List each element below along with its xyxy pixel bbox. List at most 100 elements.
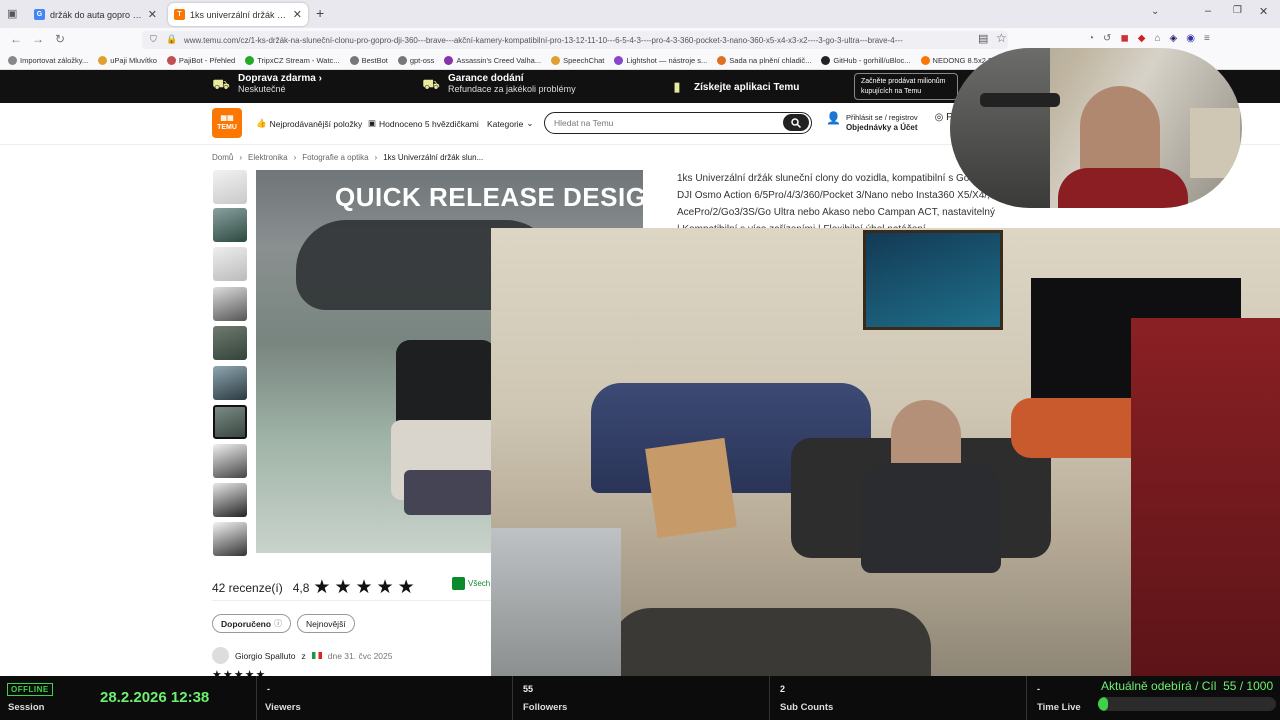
streamer-back: [1131, 318, 1280, 676]
product-thumbnail[interactable]: [213, 247, 247, 281]
room-shelf: [1190, 108, 1240, 178]
reviewer-name[interactable]: Giorgio Spalluto: [235, 651, 295, 661]
breadcrumb: Domů › Elektronika › Fotografie a optika › …: [212, 153, 484, 162]
back-icon[interactable]: ←: [10, 32, 22, 46]
get-app-promo[interactable]: ▮ Získejte aplikaci Temu: [668, 78, 799, 96]
profile-icon[interactable]: ◉: [1186, 33, 1195, 44]
nav-bestsellers[interactable]: 👍 Nejprodávanější položky: [256, 118, 362, 129]
bookmark-label: PajiBot - Přehled: [178, 56, 236, 65]
close-tab-icon[interactable]: ✕: [293, 8, 302, 21]
privacy-icon[interactable]: ◈: [1170, 33, 1178, 44]
rating-value: 4,8: [292, 580, 310, 595]
restore-icon[interactable]: ❐: [1233, 5, 1242, 16]
help-icon: ⓘ: [274, 619, 283, 628]
bookmark-item[interactable]: BestBot: [349, 56, 388, 65]
followers-value: 55: [523, 684, 534, 694]
bookmark-favicon-icon: [821, 56, 831, 65]
tab-bar: ▣ G držák do auta gopro 9 temu - Hle ✕ T…: [0, 0, 1280, 28]
ublock-icon[interactable]: ◆: [1138, 33, 1146, 44]
pocket-icon[interactable]: ◔: [1088, 33, 1094, 44]
bookmark-label: GitHub - gorhill/uBloc...: [833, 56, 911, 65]
filter-recommended[interactable]: Doporučeno ⓘ: [212, 614, 292, 633]
bookmark-item[interactable]: Importovat záložky...: [8, 56, 88, 65]
product-thumbnail[interactable]: [213, 208, 247, 242]
nav-category-label: Kategorie: [487, 118, 524, 129]
nav-category[interactable]: Kategorie ⌄: [487, 118, 534, 129]
search-placeholder: Hledat na Temu: [554, 118, 614, 128]
lock-icon[interactable]: 🔒: [166, 34, 177, 45]
temu-logo[interactable]: ▦▦ TEMU: [212, 108, 242, 138]
app-label: Získejte aplikaci Temu: [694, 81, 800, 93]
breadcrumb-photo[interactable]: Fotografie a optika: [302, 153, 368, 162]
product-thumbnail[interactable]: [213, 483, 247, 517]
reader-view-icon[interactable]: ▤: [978, 32, 988, 45]
bookmark-item[interactable]: GitHub - gorhill/uBloc...: [821, 56, 911, 65]
url-text: www.temu.com/cz/1-ks-držák-na-sluneční-c…: [184, 35, 903, 45]
session-datetime: 28.2.2026 12:38: [100, 689, 210, 706]
star-badge-icon: ▣: [368, 118, 377, 128]
bookmark-item[interactable]: PajiBot - Přehled: [166, 56, 236, 65]
bookmark-label: Assassin's Creed Valha...: [456, 56, 542, 65]
subs-value: 2: [780, 684, 786, 694]
google-favicon-icon: G: [34, 9, 45, 20]
breadcrumb-electronics[interactable]: Elektronika: [248, 153, 288, 162]
bookmark-item[interactable]: Lightshot — nástroje s...: [614, 56, 707, 65]
account-orders: Objednávky a Účet: [845, 123, 918, 132]
bookmark-star-icon[interactable]: ☆: [996, 31, 1007, 45]
tab-temu-product[interactable]: T 1ks univerzální držák sluneční cl ✕: [168, 3, 308, 26]
camera-screen: [404, 470, 494, 515]
close-tab-icon[interactable]: ✕: [148, 8, 157, 21]
product-thumbnail[interactable]: [213, 287, 247, 321]
product-thumbnail[interactable]: [213, 326, 247, 360]
bookmark-label: Lightshot — nástroje s...: [626, 56, 708, 65]
close-window-icon[interactable]: ✕: [1259, 5, 1268, 18]
sell-on-temu-button[interactable]: Začněte prodávat milionům kupujících na …: [854, 73, 958, 100]
person-body: [861, 463, 1001, 573]
product-thumbnail[interactable]: [213, 522, 247, 556]
stream-status-bar: OFFLINE Session 28.2.2026 12:38 - Viewer…: [0, 676, 1280, 720]
nav-five-star[interactable]: ▣ Hodnoceno 5 hvězdičkami: [368, 118, 479, 129]
bookmark-item[interactable]: Sada na plnění chladič...: [717, 56, 811, 65]
bookmark-item[interactable]: Assassin's Creed Valha...: [444, 56, 541, 65]
new-tab-icon[interactable]: +: [316, 5, 324, 21]
minimize-icon[interactable]: –: [1205, 5, 1211, 17]
rating-stars: ★ ★ ★ ★ ★: [313, 576, 414, 599]
delivery-guarantee-promo[interactable]: ⛟ Garance dodání Refundace za jakékoli pr…: [422, 73, 575, 94]
product-thumbnail-selected[interactable]: [213, 405, 247, 439]
bookmark-item[interactable]: uPaji Mluvítko: [98, 56, 157, 65]
product-thumbnail[interactable]: [213, 170, 247, 204]
search-button[interactable]: [783, 114, 809, 131]
bookmark-label: Importovat záložky...: [20, 56, 89, 65]
basket-icon[interactable]: ⌂: [1154, 33, 1160, 44]
goal-text: Aktuálně odebírá / Cíl 55 / 1000: [1101, 679, 1273, 693]
breadcrumb-home[interactable]: Domů: [212, 153, 233, 162]
bookmark-item[interactable]: SpeechChat: [551, 56, 604, 65]
bookmark-favicon-icon: [98, 56, 108, 65]
tab-google-search[interactable]: G držák do auta gopro 9 temu - Hle ✕: [28, 3, 163, 26]
verified-badge[interactable]: Všech: [452, 577, 490, 590]
review-item: Giorgio Spalluto z dne 31. čvc 2025: [212, 647, 392, 664]
product-thumbnail[interactable]: [213, 366, 247, 400]
forward-icon[interactable]: →: [32, 32, 44, 46]
menu-icon[interactable]: ≡: [1204, 33, 1210, 44]
nav-bestsellers-label: Nejprodávanější položky: [269, 118, 363, 129]
guarantee-title: Garance dodání: [448, 73, 524, 84]
reload-icon[interactable]: ↻: [55, 32, 65, 46]
bookmark-favicon-icon: [920, 56, 930, 65]
shield-icon[interactable]: ⛉: [150, 34, 157, 45]
history-icon[interactable]: ↺: [1103, 33, 1111, 44]
goal-label: Aktuálně odebírá / Cíl: [1101, 679, 1217, 693]
free-shipping-promo[interactable]: ⛟ Doprava zdarma › Neskutečné: [212, 73, 322, 94]
product-thumbnail[interactable]: [213, 444, 247, 478]
tab-list-icon[interactable]: ▣: [7, 7, 17, 20]
url-input[interactable]: ⛉ 🔒 www.temu.com/cz/1-ks-držák-na-sluneč…: [142, 31, 1008, 49]
chevron-down-icon[interactable]: ⌄: [1151, 6, 1159, 17]
search-input[interactable]: Hledat na Temu: [544, 112, 812, 134]
extension-icon[interactable]: ◼: [1120, 33, 1128, 44]
bookmark-item[interactable]: TripxCZ Stream - Watc...: [245, 56, 340, 65]
filter-newest[interactable]: Nejnovější: [297, 614, 355, 633]
subs-label: Sub Counts: [780, 702, 834, 713]
account-menu[interactable]: 👤 Přihlásit se / registrov Objednávky a Ú…: [826, 112, 958, 133]
bookmark-item[interactable]: gpt-oss: [397, 56, 434, 65]
review-count[interactable]: 42 recenze(í): [212, 581, 283, 595]
